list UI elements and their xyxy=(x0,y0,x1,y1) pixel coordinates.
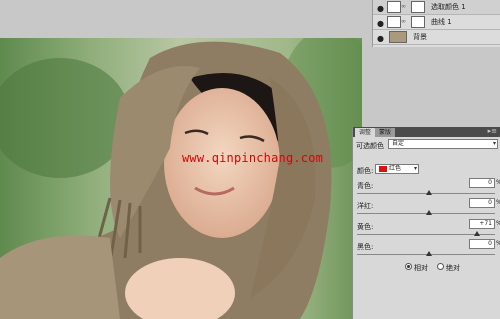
document-canvas[interactable]: www.qinpinchang.com xyxy=(0,38,362,319)
adjustments-panel: 调整 蒙版 ▸≡ 可选颜色 自定 ▾ 颜色: 红色 ▾ 青色: 0 % 洋红: xyxy=(352,127,500,319)
mask-thumbnail xyxy=(411,16,425,28)
visibility-eye-icon[interactable]: ● xyxy=(377,19,384,28)
black-value-input[interactable]: 0 xyxy=(469,239,495,249)
relative-radio[interactable] xyxy=(405,263,412,270)
layer-row-curves[interactable]: ● ∞ 曲线 1 xyxy=(373,15,500,30)
preset-value: 自定 xyxy=(392,140,405,147)
panel-title: 可选颜色 xyxy=(356,142,384,150)
yellow-slider-thumb[interactable] xyxy=(474,231,480,236)
curves-thumbnail-icon xyxy=(387,16,401,28)
portrait-photo xyxy=(0,38,362,319)
slider-label: 青色: xyxy=(357,182,374,190)
color-label: 颜色: xyxy=(357,167,374,175)
layer-row-selective-color[interactable]: ● ∞ 选取颜色 1 xyxy=(373,0,500,15)
preset-select[interactable]: 自定 ▾ xyxy=(388,139,498,149)
percent-sign: % xyxy=(496,240,500,247)
visibility-eye-icon[interactable]: ● xyxy=(377,4,384,13)
red-swatch-icon xyxy=(379,165,387,172)
absolute-label: 绝对 xyxy=(446,264,460,272)
relative-label: 相对 xyxy=(414,264,428,272)
magenta-slider-thumb[interactable] xyxy=(426,210,432,215)
chain-link-icon: ∞ xyxy=(401,3,406,10)
cyan-slider-thumb[interactable] xyxy=(426,190,432,195)
layer-name: 曲线 1 xyxy=(431,18,452,26)
adjustment-thumbnail-icon xyxy=(387,1,401,13)
percent-sign: % xyxy=(496,199,500,206)
cyan-value-input[interactable]: 0 xyxy=(469,178,495,188)
layer-row-background[interactable]: ● 背景 xyxy=(373,30,500,45)
absolute-radio[interactable] xyxy=(437,263,444,270)
panel-tab-bar: 调整 蒙版 ▸≡ xyxy=(353,127,500,137)
watermark-text: www.qinpinchang.com xyxy=(182,151,324,165)
panel-menu-icon[interactable]: ▸≡ xyxy=(488,127,497,135)
slider-label: 洋红: xyxy=(357,202,374,210)
percent-sign: % xyxy=(496,179,500,186)
black-slider-thumb[interactable] xyxy=(426,251,432,256)
color-select[interactable]: 红色 ▾ xyxy=(375,164,419,174)
yellow-value-input[interactable]: +71 xyxy=(469,219,495,229)
tab-adjustments[interactable]: 调整 xyxy=(355,128,376,137)
layers-panel: ● ∞ 选取颜色 1 ● ∞ 曲线 1 ● 背景 xyxy=(372,0,500,47)
slider-label: 黄色: xyxy=(357,223,374,231)
layer-name: 选取颜色 1 xyxy=(431,3,466,11)
photoshop-workspace: www.qinpinchang.com ● ∞ 选取颜色 1 ● ∞ 曲线 1 … xyxy=(0,0,500,319)
chain-link-icon: ∞ xyxy=(401,18,406,25)
percent-sign: % xyxy=(496,220,500,227)
background-thumbnail xyxy=(389,31,407,43)
visibility-eye-icon[interactable]: ● xyxy=(377,34,384,43)
tab-masks[interactable]: 蒙版 xyxy=(375,128,396,137)
layer-name: 背景 xyxy=(413,33,427,41)
slider-label: 黑色: xyxy=(357,243,374,251)
chevron-down-icon: ▾ xyxy=(492,140,496,147)
chevron-down-icon: ▾ xyxy=(413,165,417,172)
preset-row: 可选颜色 自定 ▾ xyxy=(353,139,500,151)
mask-thumbnail xyxy=(411,1,425,13)
magenta-value-input[interactable]: 0 xyxy=(469,198,495,208)
color-value: 红色 xyxy=(389,165,402,172)
